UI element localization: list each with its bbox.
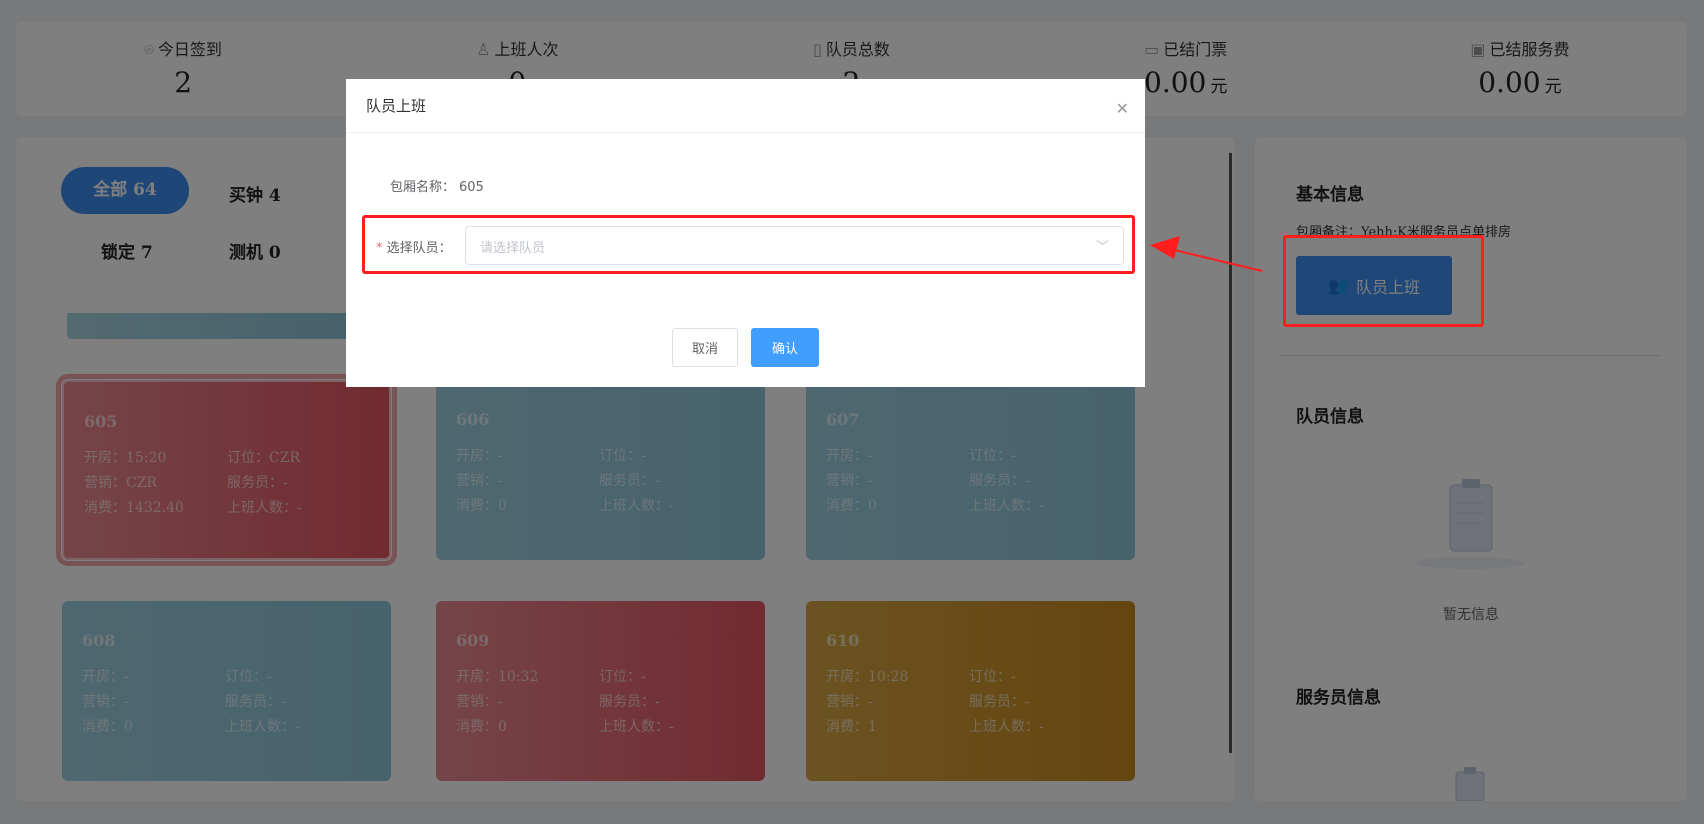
highlight-box-select [362,215,1135,274]
highlight-box-button [1283,235,1484,327]
dialog-title: 队员上班 [346,79,1145,133]
cancel-button[interactable]: 取消 [672,328,738,367]
confirm-button[interactable]: 确认 [751,328,819,367]
room-name-field: 包厢名称： 605 [390,180,484,195]
close-icon[interactable]: ✕ [1116,99,1129,118]
